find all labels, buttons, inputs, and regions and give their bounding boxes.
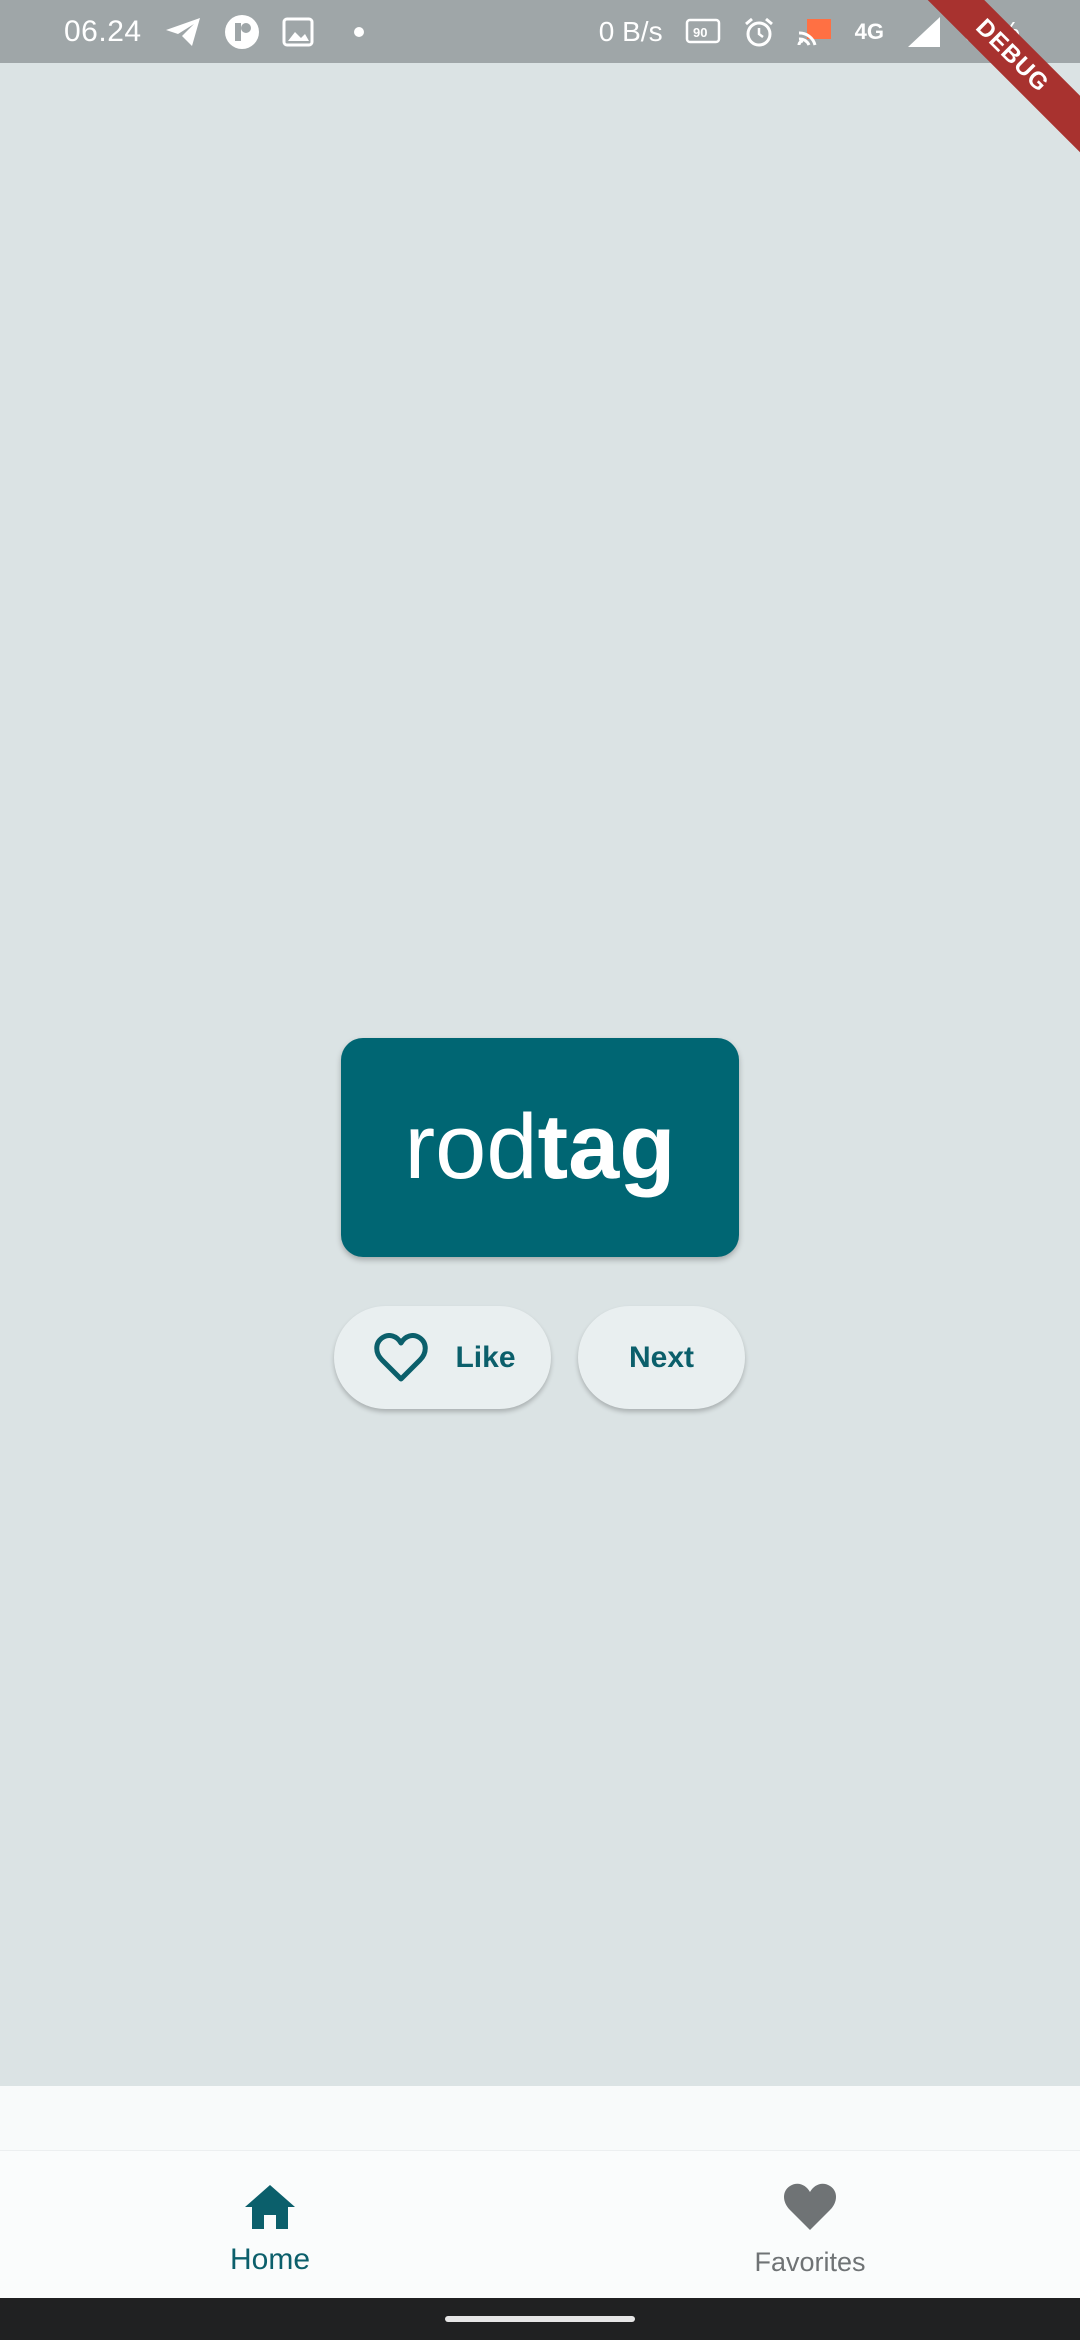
nav-item-home[interactable]: Home	[0, 2151, 540, 2298]
alarm-icon	[743, 16, 775, 48]
nav-label-home: Home	[229, 2243, 311, 2276]
gesture-bar	[0, 2298, 1080, 2340]
status-bar-left: 06.24	[64, 14, 364, 50]
word-pair-card: rod tag	[341, 1038, 739, 1257]
nav-label-favorites: Favorites	[754, 2247, 866, 2277]
dot-icon	[353, 26, 364, 37]
refresh-rate-icon: 90	[685, 18, 721, 46]
next-label: Next	[628, 1340, 695, 1374]
net-speed: 0 B/s	[598, 15, 663, 47]
bottom-navigation: Home Favorites	[0, 2150, 1080, 2298]
telegram-icon	[164, 16, 202, 48]
status-bar-right: 0 B/s 90 4G 92%	[599, 15, 1020, 49]
nav-item-favorites[interactable]: Favorites	[540, 2151, 1080, 2298]
next-button[interactable]: Next	[578, 1306, 745, 1409]
like-button[interactable]: Like	[334, 1306, 551, 1409]
gallery-icon	[282, 17, 314, 47]
status-time: 06.24	[64, 14, 142, 48]
refresh-rate-text: 90	[693, 25, 707, 40]
network-type: 4G	[854, 18, 884, 44]
home-icon	[243, 2177, 297, 2237]
heart-outline-icon	[373, 1332, 429, 1383]
signal-icon	[906, 15, 942, 49]
heart-icon	[782, 2177, 838, 2237]
cast-icon	[797, 17, 833, 47]
battery-level: 92%	[963, 15, 1020, 47]
nav-top-strip	[0, 2086, 1080, 2150]
app-icon	[224, 14, 260, 50]
gesture-handle[interactable]	[445, 2316, 635, 2322]
word-pair-first: rod	[404, 1096, 538, 1198]
app-screen: 06.24 0 B/s 90 4G 92% DEBUG rod tag Like…	[0, 0, 1080, 2340]
status-bar: 06.24 0 B/s 90 4G 92%	[0, 0, 1080, 63]
word-pair-second: tag	[537, 1096, 676, 1198]
like-label: Like	[455, 1340, 516, 1374]
